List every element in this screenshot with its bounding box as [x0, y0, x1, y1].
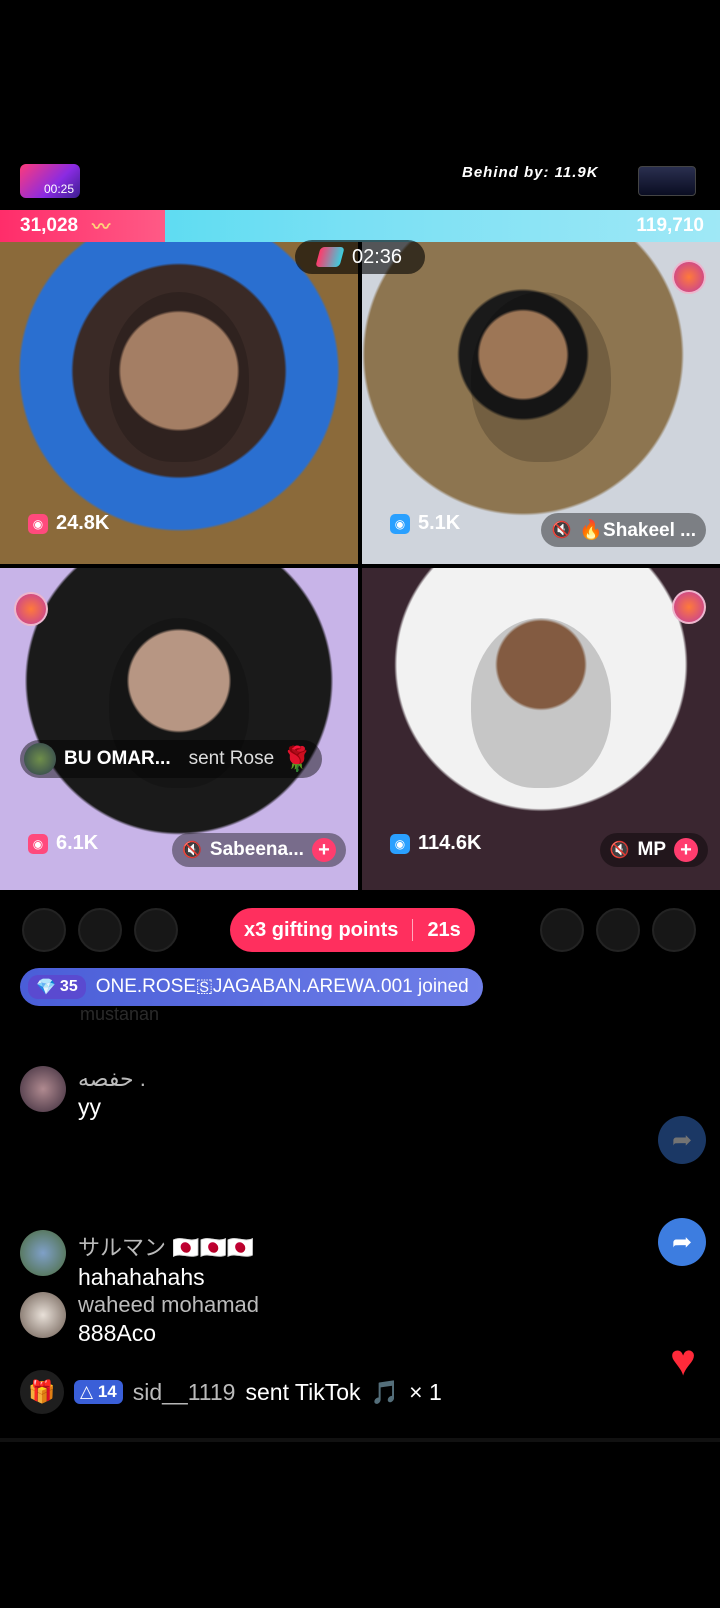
match-timer: 00:25: [43, 182, 74, 196]
follow-plus-icon[interactable]: +: [311, 838, 336, 862]
follow-plus-icon[interactable]: +: [674, 838, 698, 862]
gift-count: × 1: [409, 1378, 442, 1405]
fan-club-icon[interactable]: [672, 260, 706, 294]
fan-club-icon[interactable]: [14, 592, 48, 626]
likes-count: 5.1K: [418, 512, 461, 534]
gift-notification: BU OMAR... sent Rose 🌹: [20, 740, 323, 778]
viewer-avatar[interactable]: [596, 908, 640, 952]
avatar[interactable]: [20, 1292, 66, 1338]
comment-username: waheed mohamad: [78, 1292, 260, 1317]
mute-icon: 🔇: [609, 842, 630, 859]
gift-username: sid__1119: [132, 1378, 236, 1405]
mute-icon: 🔇: [182, 842, 202, 859]
like-heart-icon[interactable]: ♥: [660, 1339, 706, 1383]
video-tile-1[interactable]: ◉ 24.8K: [0, 242, 358, 564]
chat-comment[interactable]: waheed mohamad 888Aco: [20, 1292, 259, 1347]
streamer-name: 🔥Shakeel ...: [579, 520, 696, 541]
fan-club-icon[interactable]: [672, 590, 706, 624]
score-left: 31,028: [20, 215, 79, 236]
mute-icon: 🔇: [551, 522, 572, 539]
video-tile-4[interactable]: ◉ 114.6K 🔇 MP +: [362, 568, 720, 890]
likes-count: 6.1K: [56, 832, 99, 854]
streamer-name: Sabeena...: [209, 839, 304, 860]
viewer-avatar[interactable]: [652, 908, 696, 952]
tiktok-gift-icon: 🎵: [370, 1378, 400, 1405]
comment-username: サルマン 🇯🇵🇯🇵🇯🇵: [78, 1235, 255, 1260]
faded-comment: mustanan: [80, 1004, 160, 1024]
top-viewers-row: x3 gifting points 21s: [0, 908, 720, 954]
battle-icon: [315, 247, 345, 267]
viewer-avatar[interactable]: [22, 908, 66, 952]
comment-text: 888Aco: [78, 1320, 157, 1346]
streamer-video: [109, 292, 249, 463]
chat-comment[interactable]: ‫. حفصه ‬ yy: [20, 1066, 152, 1121]
level-number: 14: [97, 1382, 117, 1401]
gifting-points-countdown: 21s: [427, 918, 461, 941]
avatar: [24, 743, 56, 775]
share-button-faded[interactable]: ➦: [658, 1116, 706, 1164]
likes-count: 24.8K: [56, 512, 110, 534]
video-tile-3[interactable]: ◉ 6.1K 🔇 Sabeena... +: [0, 568, 358, 890]
match-timer-badge[interactable]: 00:25: [20, 164, 80, 198]
battle-header: 00:25 Behind by: 11.9K: [0, 162, 720, 202]
joined-text: ONE.ROSE🇸JAGABAN.AREWA.001 joined: [95, 976, 469, 997]
likes-icon: ◉: [28, 513, 48, 534]
likes-icon: ◉: [390, 513, 410, 534]
score-left-segment: 31,028 〰: [0, 210, 165, 242]
level-badge: 💎 35: [28, 975, 86, 999]
gift-activity-line: 🎁 △ 14 sid__1119 sent TikTok 🎵 × 1: [20, 1370, 442, 1414]
streamer-video: [471, 618, 611, 789]
likes-badge: ◉ 6.1K: [28, 832, 98, 855]
score-right: 119,710: [636, 215, 704, 236]
opponent-thumbnail[interactable]: [638, 166, 696, 196]
comment-text: yy: [78, 1094, 101, 1120]
gift-sender: BU OMAR...: [64, 748, 171, 769]
chat-comment[interactable]: サルマン 🇯🇵🇯🇵🇯🇵 hahahahahs: [20, 1230, 254, 1291]
video-grid: ◉ 24.8K ◉ 5.1K 🔇 🔥Shakeel ... ◉ 6.1K 🔇 S…: [0, 242, 720, 892]
gifting-points-banner[interactable]: x3 gifting points 21s: [230, 908, 475, 952]
round-timer-text: 02:36: [351, 245, 403, 268]
comment-username: ‫. حفصه ‬: [78, 1066, 152, 1091]
comment-bar-edge: [0, 1438, 720, 1442]
comment-text: hahahahahs: [78, 1264, 205, 1290]
avatar[interactable]: [20, 1066, 66, 1112]
likes-icon: ◉: [28, 833, 48, 854]
gift-icon[interactable]: 🎁: [20, 1370, 64, 1414]
level-number: 35: [59, 978, 78, 995]
streamer-name-pill[interactable]: 🔇 🔥Shakeel ...: [541, 513, 706, 547]
streamer-name: MP: [637, 839, 667, 860]
likes-count: 114.6K: [418, 832, 482, 854]
share-button[interactable]: ➦: [658, 1218, 706, 1266]
viewer-avatar[interactable]: [540, 908, 584, 952]
gift-text: sent TikTok: [245, 1378, 361, 1405]
gift-action: sent Rose: [188, 748, 275, 769]
behind-by-text: Behind by: 11.9K: [462, 164, 599, 181]
avatar[interactable]: [20, 1230, 66, 1276]
gifting-points-label: x3 gifting points: [244, 918, 399, 941]
diamond-icon: 💎: [36, 979, 56, 996]
battle-score-bar: 31,028 〰 119,710: [0, 210, 720, 242]
streamer-video: [471, 292, 611, 463]
likes-badge: ◉ 5.1K: [390, 512, 460, 535]
triangle-icon: △: [80, 1382, 94, 1401]
streamer-name-pill[interactable]: 🔇 MP +: [599, 833, 708, 867]
round-timer: 02:36: [295, 240, 425, 274]
divider: [412, 919, 414, 941]
viewer-avatar[interactable]: [78, 908, 122, 952]
likes-icon: ◉: [390, 833, 410, 854]
flame-icon: 〰: [92, 217, 111, 237]
viewer-avatar[interactable]: [134, 908, 178, 952]
video-tile-2[interactable]: ◉ 5.1K 🔇 🔥Shakeel ...: [362, 242, 720, 564]
streamer-name-pill[interactable]: 🔇 Sabeena... +: [172, 833, 346, 867]
likes-badge: ◉ 114.6K: [390, 832, 481, 855]
rose-icon: 🌹: [282, 745, 313, 773]
level-badge: △ 14: [74, 1380, 123, 1404]
likes-badge: ◉ 24.8K: [28, 512, 109, 535]
joined-banner: 💎 35 ONE.ROSE🇸JAGABAN.AREWA.001 joined: [20, 968, 483, 1006]
